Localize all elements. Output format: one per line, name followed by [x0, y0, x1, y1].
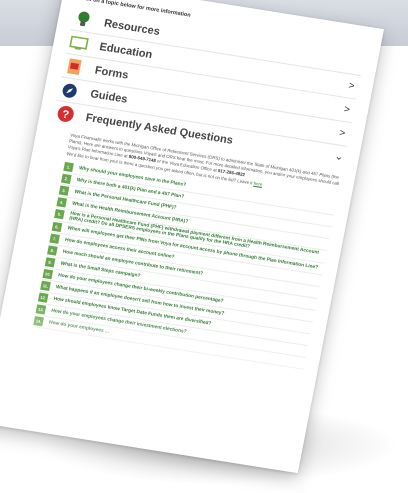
chevron-right-icon: > — [338, 127, 347, 140]
lightbulb-icon — [71, 9, 96, 30]
chevron-right-icon — [353, 62, 363, 64]
chevron-right-icon: > — [347, 80, 356, 93]
question-circle-icon: ? — [53, 103, 78, 124]
monitor-icon — [66, 33, 91, 54]
chevron-down-icon: ⌄ — [333, 151, 345, 164]
document-page: Click on a topic below for more informat… — [0, 0, 385, 474]
compass-icon — [57, 80, 82, 101]
chevron-right-icon: > — [342, 104, 351, 116]
leave-question-link[interactable]: here — [253, 180, 263, 186]
pdf-document-icon — [62, 56, 87, 77]
